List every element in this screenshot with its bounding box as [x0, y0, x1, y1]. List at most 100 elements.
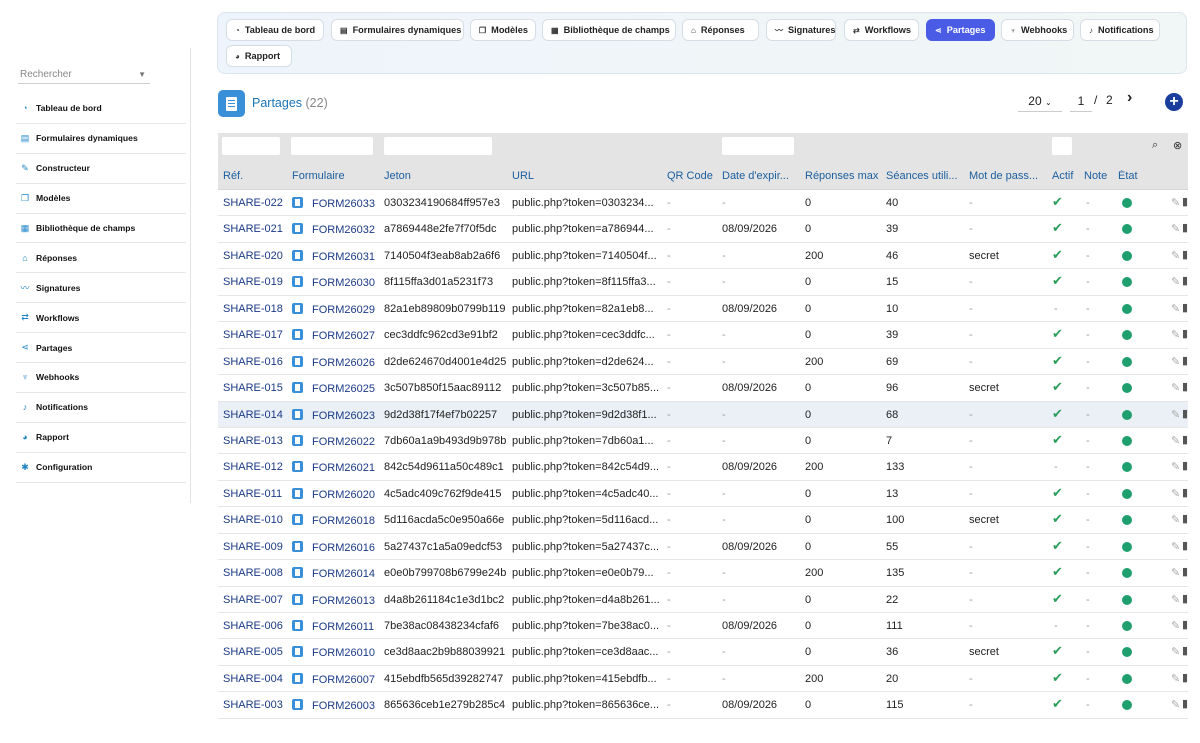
table-row[interactable]: SHARE-019 FORM26030 8f115ffa3d01a5231f73 pu…	[218, 269, 1188, 296]
table-row[interactable]: SHARE-008 FORM26014 e0e0b799708b6799e24b pu…	[218, 560, 1188, 587]
sidebar-item[interactable]: ⌂ Réponses	[16, 243, 186, 274]
edit-icon[interactable]: ✎	[1171, 619, 1180, 632]
add-share-button[interactable]: +	[1165, 93, 1183, 111]
tab[interactable]: ♪ Notifications	[1080, 19, 1160, 41]
table-row[interactable]: SHARE-015 FORM26025 3c507b850f15aac89112 pu…	[218, 375, 1188, 402]
cell-ref[interactable]: SHARE-006	[223, 620, 289, 632]
per-page-select[interactable]: 20 ⌄	[1018, 92, 1062, 112]
cell-ref[interactable]: SHARE-014	[223, 409, 289, 421]
cell-ref[interactable]: SHARE-011	[223, 488, 289, 500]
edit-icon[interactable]: ✎	[1171, 540, 1180, 553]
sidebar-item[interactable]: ♪ Notifications	[16, 393, 186, 423]
cell-form[interactable]: FORM26016	[292, 540, 380, 554]
trash-icon[interactable]: ▮	[1182, 671, 1188, 684]
cell-ref[interactable]: SHARE-019	[223, 276, 289, 288]
column-header[interactable]: Réponses max	[805, 170, 883, 182]
cell-form[interactable]: FORM26010	[292, 646, 380, 659]
trash-icon[interactable]: ▮	[1182, 618, 1188, 631]
sidebar-item[interactable]: 〰 Signatures	[16, 273, 186, 304]
sidebar-item[interactable]: ✎ Constructeur	[16, 154, 186, 184]
cell-ref[interactable]: SHARE-020	[223, 250, 289, 262]
trash-icon[interactable]: ▮	[1182, 248, 1188, 261]
sidebar-item[interactable]: ▤ Formulaires dynamiques	[16, 124, 186, 154]
trash-icon[interactable]: ▮	[1182, 565, 1188, 578]
cell-ref[interactable]: SHARE-022	[223, 197, 289, 209]
column-header[interactable]: Date d'expir...	[722, 170, 802, 182]
trash-icon[interactable]: ▮	[1182, 512, 1188, 525]
tab[interactable]: 〰 Signatures	[766, 19, 836, 41]
table-row[interactable]: SHARE-004 FORM26007 415ebdfb565d39282747 pu…	[218, 665, 1188, 693]
cell-ref[interactable]: SHARE-012	[223, 461, 289, 473]
column-header[interactable]: Actif	[1052, 170, 1082, 182]
cell-ref[interactable]: SHARE-015	[223, 382, 289, 394]
filter-form-input[interactable]	[291, 137, 373, 155]
cell-form[interactable]: FORM26003	[292, 699, 380, 712]
table-row[interactable]: SHARE-012 FORM26021 842c54d9611a50c489c1 pu…	[218, 454, 1188, 481]
edit-icon[interactable]: ✎	[1171, 302, 1180, 315]
trash-icon[interactable]: ▮	[1182, 697, 1188, 710]
page-number-input[interactable]: 1	[1070, 92, 1092, 112]
column-header[interactable]: QR Code	[667, 170, 719, 182]
tab[interactable]: ▦ Bibliothèque de champs	[542, 19, 676, 41]
cell-form[interactable]: FORM26020	[292, 487, 380, 501]
table-row[interactable]: SHARE-014 FORM26023 9d2d38f17f4ef7b02257 pu…	[218, 401, 1188, 428]
table-row[interactable]: SHARE-022 FORM26033 0303234190684ff957e3 pu…	[218, 190, 1188, 217]
tab[interactable]: ◕ Rapport	[226, 45, 292, 67]
table-row[interactable]: SHARE-010 FORM26018 5d116acda5c0e950a66e pu…	[218, 507, 1188, 534]
sidebar-item[interactable]: ✱ Configuration	[16, 453, 186, 483]
column-header[interactable]: Réf.	[223, 170, 289, 182]
clear-filter-icon[interactable]: ⊗	[1173, 139, 1182, 152]
table-row[interactable]: SHARE-007 FORM26013 d4a8b261184c1e3d1bc2 pu…	[218, 586, 1188, 613]
cell-ref[interactable]: SHARE-005	[223, 646, 289, 658]
trash-icon[interactable]: ▮	[1182, 459, 1188, 472]
edit-icon[interactable]: ✎	[1171, 222, 1180, 235]
edit-icon[interactable]: ✎	[1171, 355, 1180, 368]
column-header[interactable]: Note	[1084, 170, 1116, 182]
trash-icon[interactable]: ▮	[1182, 274, 1188, 287]
table-row[interactable]: SHARE-005 FORM26010 ce3d8aac2b9b88039921 pu…	[218, 639, 1188, 666]
cell-form[interactable]: FORM26013	[292, 593, 380, 607]
edit-icon[interactable]: ✎	[1171, 645, 1180, 658]
column-header[interactable]: Mot de pass...	[969, 170, 1049, 182]
table-row[interactable]: SHARE-006 FORM26011 7be38ac08438234cfaf6 pu…	[218, 613, 1188, 640]
next-page-button[interactable]: ›	[1127, 89, 1132, 107]
tab[interactable]: ❐ Modèles	[470, 19, 536, 41]
filter-token-input[interactable]	[384, 137, 492, 155]
edit-icon[interactable]: ✎	[1171, 566, 1180, 579]
tab[interactable]: ⌂ Réponses	[682, 19, 759, 41]
table-row[interactable]: SHARE-017 FORM26027 cec3ddfc962cd3e91bf2 pu…	[218, 322, 1188, 349]
edit-icon[interactable]: ✎	[1171, 408, 1180, 421]
cell-ref[interactable]: SHARE-008	[223, 567, 289, 579]
trash-icon[interactable]: ▮	[1182, 407, 1188, 420]
cell-ref[interactable]: SHARE-017	[223, 329, 289, 341]
table-row[interactable]: SHARE-009 FORM26016 5a27437c1a5a09edcf53 pu…	[218, 533, 1188, 561]
cell-ref[interactable]: SHARE-018	[223, 303, 289, 315]
sidebar-item[interactable]: ♆ Webhooks	[16, 363, 186, 393]
cell-form[interactable]: FORM26026	[292, 355, 380, 369]
cell-form[interactable]: FORM26032	[292, 223, 380, 236]
edit-icon[interactable]: ✎	[1171, 196, 1180, 209]
cell-form[interactable]: FORM26031	[292, 249, 380, 263]
table-row[interactable]: SHARE-021 FORM26032 a7869448e2fe7f70f5dc pu…	[218, 216, 1188, 243]
cell-form[interactable]: FORM26030	[292, 276, 380, 289]
column-header[interactable]: Jeton	[384, 170, 508, 182]
table-row[interactable]: SHARE-003 FORM26003 865636ceb1e279b285c4 pu…	[218, 692, 1188, 719]
tab[interactable]: ▤ Formulaires dynamiques	[331, 19, 464, 41]
sidebar-search-select[interactable]: Rechercher ▼	[18, 66, 150, 84]
column-header[interactable]: État	[1118, 170, 1168, 182]
filter-ref-input[interactable]	[222, 137, 280, 155]
edit-icon[interactable]: ✎	[1171, 249, 1180, 262]
column-header[interactable]: Séances utili...	[886, 170, 966, 182]
cell-ref[interactable]: SHARE-013	[223, 435, 289, 447]
table-row[interactable]: SHARE-018 FORM26029 82a1eb89809b0799b119 pu…	[218, 295, 1188, 323]
trash-icon[interactable]: ▮	[1182, 301, 1188, 314]
sidebar-item[interactable]: ◕ Rapport	[16, 423, 186, 453]
cell-form[interactable]: FORM26027	[292, 329, 380, 342]
table-row[interactable]: SHARE-011 FORM26020 4c5adc409c762f9de415 pu…	[218, 480, 1188, 508]
filter-expiry-input[interactable]	[722, 137, 794, 155]
tab[interactable]: ⋖ Partages	[926, 19, 995, 41]
cell-form[interactable]: FORM26011	[292, 620, 380, 633]
trash-icon[interactable]: ▮	[1182, 354, 1188, 367]
cell-form[interactable]: FORM26033	[292, 197, 380, 210]
edit-icon[interactable]: ✎	[1171, 381, 1180, 394]
